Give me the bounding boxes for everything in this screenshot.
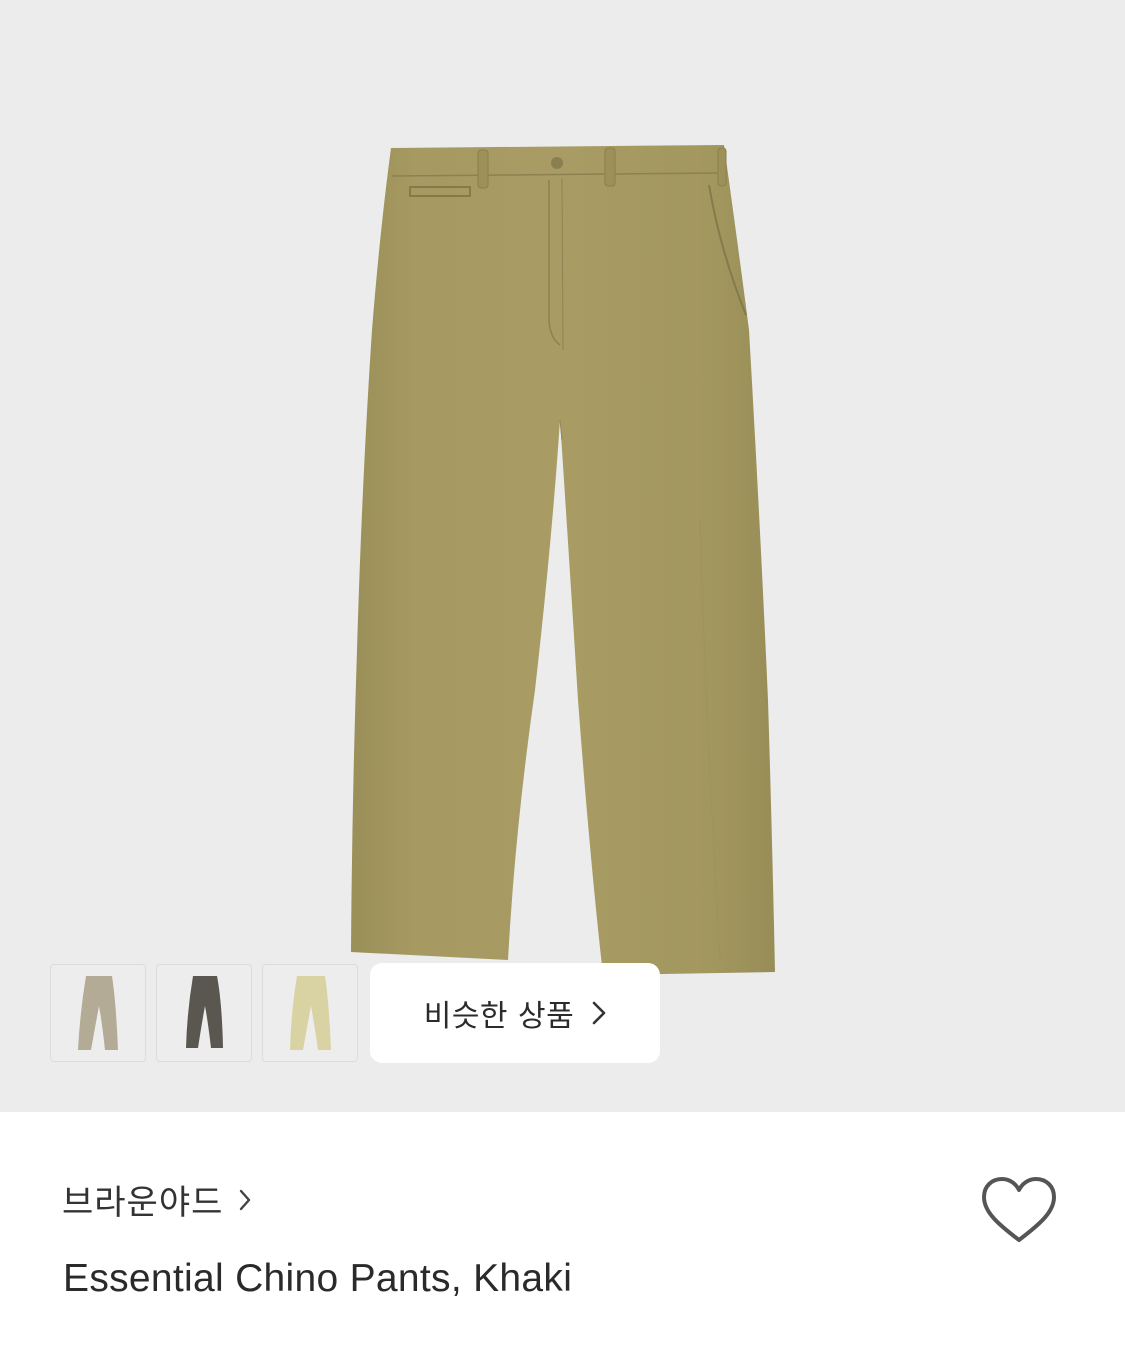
thumbnail-beige[interactable] — [50, 964, 146, 1062]
product-info: 브라운야드 Essential Chino Pants, Khaki — [0, 1112, 1125, 1349]
pants-thumb-charcoal-image — [186, 976, 223, 1048]
thumbnail-light-khaki[interactable] — [262, 964, 358, 1062]
similar-products-button[interactable]: 비슷한 상품 — [370, 963, 660, 1063]
product-title: Essential Chino Pants, Khaki — [63, 1257, 573, 1300]
color-options-row: 비슷한 상품 — [50, 963, 660, 1063]
heart-outline-icon — [982, 1177, 1056, 1242]
thumbnail-charcoal[interactable] — [156, 964, 252, 1062]
brand-name: 브라운야드 — [62, 1183, 224, 1223]
wishlist-button[interactable] — [980, 1176, 1058, 1246]
chevron-right-icon — [239, 1189, 251, 1211]
product-image-area: 비슷한 상품 — [0, 0, 1125, 1112]
similar-products-label: 비슷한 상품 — [423, 999, 575, 1034]
brand-link[interactable]: 브라운야드 — [62, 1175, 251, 1224]
pants-thumb-beige-image — [78, 976, 118, 1050]
chevron-right-icon — [592, 1001, 606, 1025]
product-detail-screen: 비슷한 상품 브라운야드 Essential Chino Pants, Khak… — [0, 0, 1125, 1349]
product-image[interactable] — [0, 0, 1125, 1112]
pants-thumb-light-khaki-image — [290, 976, 331, 1050]
